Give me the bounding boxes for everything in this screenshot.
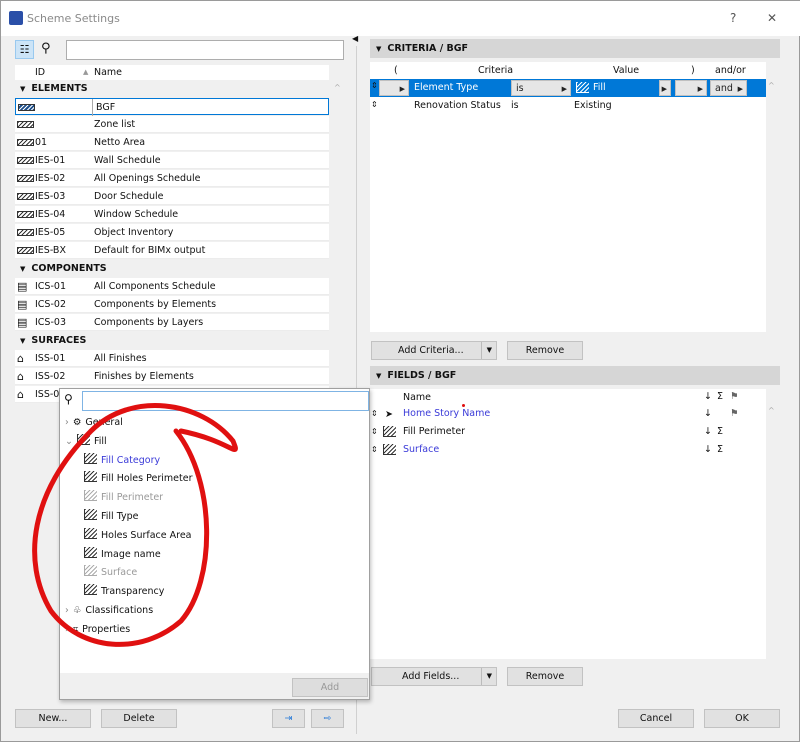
red-circle-annotation (32, 403, 238, 647)
scheme-settings-dialog: Scheme Settings ? ✕ ☷ ⚲ ◀ ID ▲ Name ^ ▼ E… (0, 0, 800, 742)
